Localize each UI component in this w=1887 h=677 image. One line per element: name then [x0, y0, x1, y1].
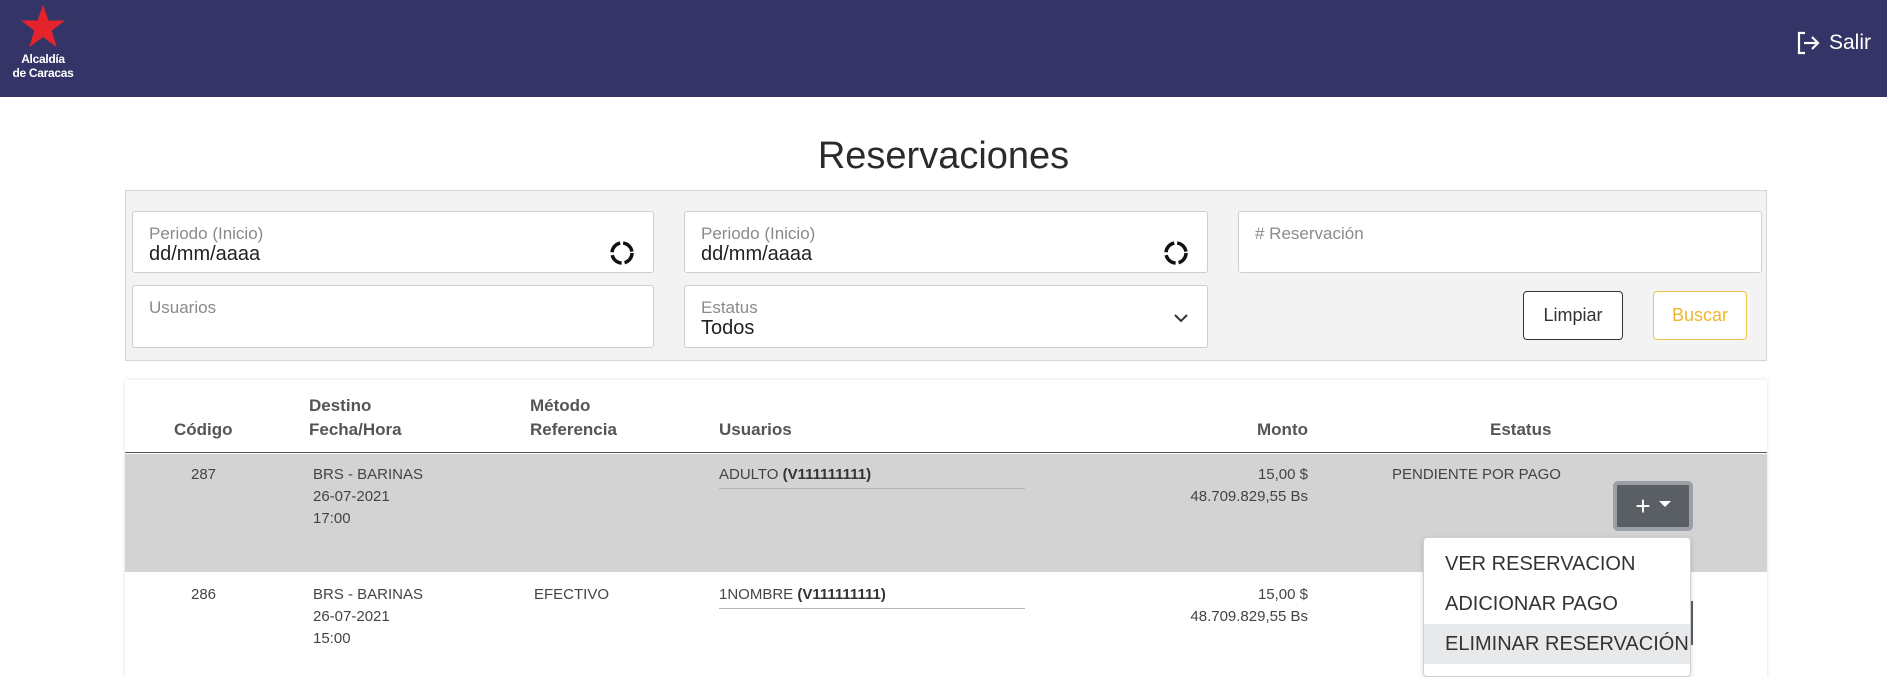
reservation-number-placeholder: # Reservación: [1255, 224, 1364, 243]
row-amount-usd: 15,00 $: [1257, 466, 1308, 483]
table-header: Código Destino Fecha/Hora Método Referen…: [125, 380, 1767, 453]
header-users: Usuarios: [719, 420, 792, 439]
status-label: Estatus: [701, 298, 758, 317]
row-destination: BRS - BARINAS: [313, 466, 424, 483]
row-time: 15:00: [313, 630, 351, 647]
caret-down-icon: [1658, 501, 1671, 507]
row-user-type: ADULTO: [719, 466, 779, 483]
logo-line-2: de Caracas: [12, 66, 74, 80]
logout-icon: [1797, 31, 1820, 55]
status-select[interactable]: Estatus Todos: [684, 285, 1208, 348]
end-date-field[interactable]: Periodo (Inicio) dd/mm/aaaa: [684, 211, 1208, 273]
row-code: 286: [191, 586, 217, 603]
star-icon: [20, 4, 66, 48]
header-method: Método: [530, 396, 591, 415]
chevron-down-icon: [1174, 314, 1188, 323]
row-user-id: (V111111111): [797, 586, 886, 603]
clear-button[interactable]: Limpiar: [1523, 291, 1623, 340]
row-destination: BRS - BARINAS: [313, 586, 424, 603]
reservation-number-input[interactable]: # Reservación: [1238, 211, 1762, 273]
start-date-value: dd/mm/aaaa: [149, 243, 261, 265]
end-date-label: Periodo (Inicio): [701, 224, 816, 243]
header-status: Estatus: [1490, 420, 1552, 439]
header-destination: Destino: [309, 396, 372, 415]
start-date-label: Periodo (Inicio): [149, 224, 264, 243]
row-user: ADULTO (V111111111): [719, 464, 1025, 489]
menu-item-view-reservation[interactable]: VER RESERVACION: [1424, 544, 1690, 584]
users-placeholder: Usuarios: [149, 298, 217, 317]
row-actions-dropdown-button[interactable]: +: [1613, 481, 1693, 531]
logo-line-1: Alcaldía: [21, 52, 65, 66]
menu-item-add-payment[interactable]: ADICIONAR PAGO: [1424, 584, 1690, 624]
logout-button[interactable]: Salir: [1795, 28, 1871, 58]
loading-spinner-icon: [1164, 241, 1188, 265]
header-datetime: Fecha/Hora: [309, 420, 402, 439]
row-method: EFECTIVO: [534, 586, 610, 603]
end-date-value: dd/mm/aaaa: [701, 243, 813, 265]
header-reference: Referencia: [530, 420, 617, 439]
top-navbar: Alcaldía de Caracas Salir: [0, 0, 1887, 97]
menu-item-delete-reservation[interactable]: ELIMINAR RESERVACIÓN: [1424, 624, 1690, 664]
row-code: 287: [191, 466, 217, 483]
row-amount-bs: 48.709.829,55 Bs: [1190, 488, 1308, 505]
loading-spinner-icon: [610, 241, 634, 265]
users-input[interactable]: Usuarios: [132, 285, 654, 348]
row-date: 26-07-2021: [313, 608, 390, 625]
row-amount-usd: 15,00 $: [1257, 586, 1308, 603]
row-date: 26-07-2021: [313, 488, 390, 505]
row-status: PENDIENTE POR PAGO: [1392, 466, 1561, 483]
status-value: Todos: [701, 317, 755, 339]
plus-icon: +: [1635, 491, 1651, 521]
row-user-type: 1NOMBRE: [719, 586, 794, 603]
alcaldia-logo[interactable]: Alcaldía de Caracas: [8, 4, 78, 84]
header-code: Código: [174, 420, 233, 439]
header-amount: Monto: [1257, 420, 1308, 439]
row-time: 17:00: [313, 510, 351, 527]
start-date-field[interactable]: Periodo (Inicio) dd/mm/aaaa: [132, 211, 654, 273]
row-amount-bs: 48.709.829,55 Bs: [1190, 608, 1308, 625]
page-title: Reservaciones: [817, 135, 1070, 177]
row-user-id: (V111111111): [782, 466, 872, 483]
logout-label: Salir: [1828, 31, 1871, 54]
row-user: 1NOMBRE (V111111111): [719, 584, 1025, 609]
search-button[interactable]: Buscar: [1653, 291, 1747, 340]
row-actions-menu: VER RESERVACION ADICIONAR PAGO ELIMINAR …: [1423, 537, 1691, 677]
filter-panel: Periodo (Inicio) dd/mm/aaaa Periodo (Ini…: [125, 190, 1767, 361]
